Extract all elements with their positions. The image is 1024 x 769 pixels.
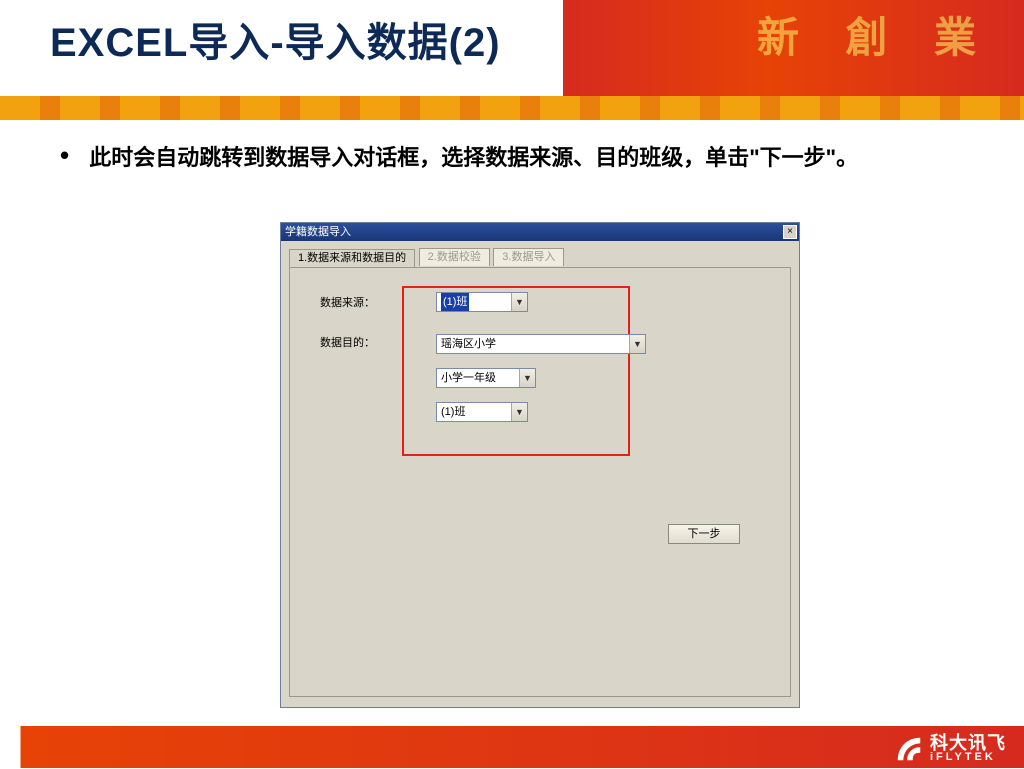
dialog-title: 学籍数据导入	[285, 226, 351, 238]
dialog-titlebar[interactable]: 学籍数据导入 ×	[281, 223, 799, 241]
chevron-down-icon[interactable]: ▼	[629, 335, 645, 353]
iflytek-logo-icon	[894, 734, 924, 764]
tab-import[interactable]: 3.数据导入	[493, 248, 564, 266]
chevron-down-icon[interactable]: ▼	[519, 369, 535, 387]
close-icon[interactable]: ×	[783, 225, 797, 239]
dest-grade-combo[interactable]: 小学一年级 ▼	[436, 368, 536, 388]
next-button[interactable]: 下一步	[668, 524, 740, 544]
brand-logo: 科大讯飞 iFLYTEK	[894, 734, 1006, 764]
dest-class-value: (1)班	[441, 406, 465, 418]
instruction-bullet: • 此时会自动跳转到数据导入对话框，选择数据来源、目的班级，单击"下一步"。	[60, 140, 984, 175]
label-dest: 数据目的：	[320, 334, 390, 350]
chevron-down-icon[interactable]: ▼	[511, 403, 527, 421]
tab-panel: 数据来源： (1)班 ▼ 数据目的： 瑶海区小学 ▼ 小学一年级	[289, 267, 791, 697]
label-source: 数据来源：	[320, 294, 390, 310]
dialog-body: 1.数据来源和数据目的 2.数据校验 3.数据导入 数据来源： (1)班 ▼ 数…	[281, 241, 799, 707]
instruction-text: 此时会自动跳转到数据导入对话框，选择数据来源、目的班级，单击"下一步"。	[89, 140, 858, 175]
dest-school-value: 瑶海区小学	[441, 338, 496, 350]
dest-class-combo[interactable]: (1)班 ▼	[436, 402, 528, 422]
brand-cn: 科大讯飞	[930, 733, 1006, 753]
source-combo-value: (1)班	[441, 293, 469, 311]
page-title: EXCEL导入-导入数据(2)	[50, 10, 501, 68]
row-source: 数据来源： (1)班 ▼	[320, 292, 770, 312]
tab-source-dest[interactable]: 1.数据来源和数据目的	[289, 249, 415, 267]
import-dialog: 学籍数据导入 × 1.数据来源和数据目的 2.数据校验 3.数据导入 数据来源：…	[280, 222, 800, 708]
source-combo[interactable]: (1)班 ▼	[436, 292, 528, 312]
tab-row: 1.数据来源和数据目的 2.数据校验 3.数据导入	[289, 247, 791, 267]
bullet-dot-icon: •	[60, 140, 69, 171]
chevron-down-icon[interactable]: ▼	[511, 293, 527, 311]
tab-validate[interactable]: 2.数据校验	[419, 248, 490, 266]
bottom-decorative-band	[0, 726, 1024, 768]
decorative-cjk-text: 新 創 業	[757, 4, 994, 65]
dest-stack: 瑶海区小学 ▼ 小学一年级 ▼ (1)班 ▼	[436, 334, 646, 422]
row-dest: 数据目的： 瑶海区小学 ▼ 小学一年级 ▼ (1)班 ▼	[320, 334, 770, 422]
dest-grade-value: 小学一年级	[441, 372, 496, 384]
brand-en: iFLYTEK	[930, 752, 1006, 764]
dest-school-combo[interactable]: 瑶海区小学 ▼	[436, 334, 646, 354]
brand-text: 科大讯飞 iFLYTEK	[930, 734, 1006, 764]
